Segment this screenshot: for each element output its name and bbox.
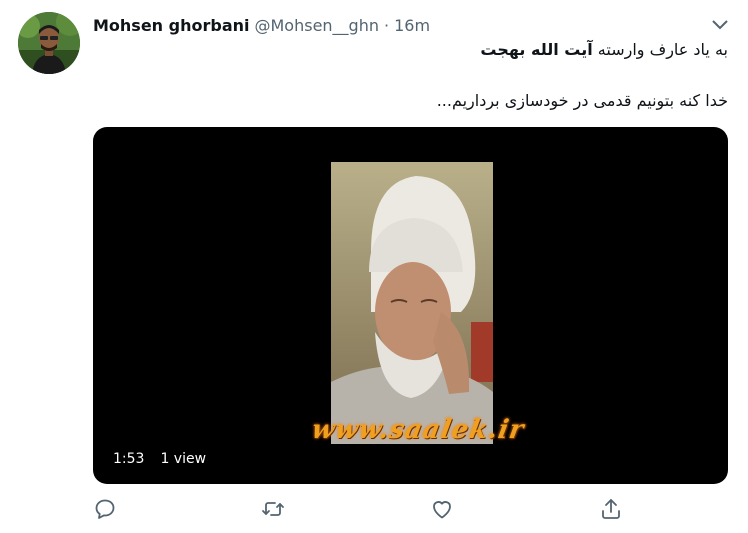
reply-icon [93, 499, 117, 525]
share-icon [599, 499, 623, 525]
avatar[interactable] [18, 12, 80, 74]
reply-button[interactable] [93, 497, 119, 523]
tweet-text-line-1: به یاد عارف وارسته آیت الله بهجت [480, 40, 728, 59]
share-button[interactable] [599, 497, 625, 523]
video-duration: 1:53 [113, 451, 145, 467]
chevron-down-icon[interactable] [709, 16, 731, 34]
tweet-text-bold: آیت الله بهجت [480, 40, 593, 59]
author-handle[interactable]: @Mohsen__ghn [255, 16, 380, 35]
tweet-text-line-2: خدا کنه بتونیم قدمی در خودسازی برداریم..… [436, 91, 728, 110]
video-player[interactable]: www.saalek.ir 1:53 1 view [93, 127, 728, 484]
video-view-count: 1 view [160, 451, 207, 467]
tweet-timestamp[interactable]: 16m [394, 16, 430, 35]
tweet-text-prefix: به یاد عارف وارسته [592, 40, 728, 59]
like-button[interactable] [430, 497, 456, 523]
retweet-icon [261, 502, 285, 525]
author-name[interactable]: Mohsen ghorbani [93, 16, 250, 35]
tweet-header: Mohsen ghorbani @Mohsen__ghn · 16m [93, 14, 430, 36]
video-watermark: www.saalek.ir [309, 415, 527, 445]
video-info: 1:53 1 view [113, 451, 206, 467]
heart-icon [430, 501, 454, 525]
tweet-actions [93, 497, 728, 523]
video-thumbnail [331, 162, 493, 444]
header-separator: · [384, 15, 390, 35]
retweet-button[interactable] [261, 497, 287, 523]
